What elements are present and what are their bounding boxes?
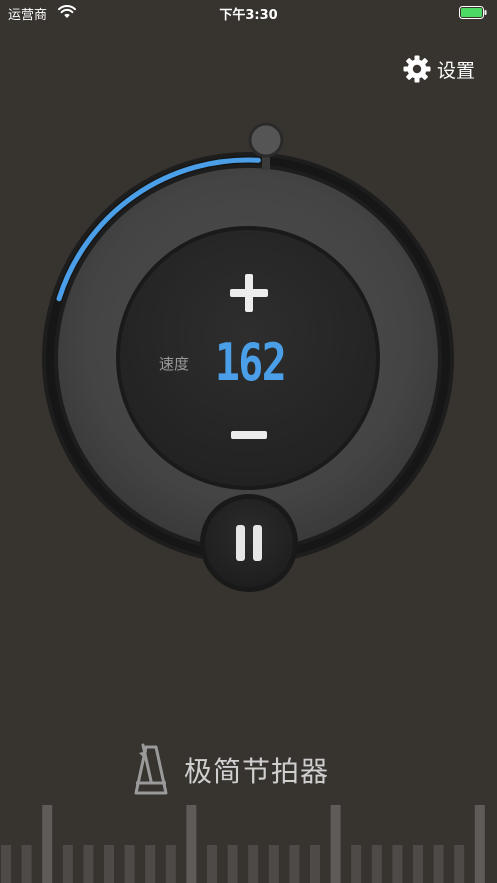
decorative-bar [330, 805, 341, 883]
decorative-bar [104, 845, 114, 883]
decorative-bar [42, 805, 53, 883]
decorative-bar [145, 845, 156, 883]
decorative-bar [165, 845, 176, 883]
decorative-bar [371, 845, 382, 883]
decorative-bar [248, 845, 259, 883]
plus-icon [230, 274, 268, 312]
decorative-bar [392, 845, 403, 883]
pause-button[interactable] [200, 494, 298, 592]
decorative-bar [413, 845, 423, 883]
decorative-bar [21, 845, 32, 883]
decorative-bar [124, 845, 135, 883]
decorative-bar [83, 845, 94, 883]
speed-label: 速度 [158, 355, 189, 373]
decorative-bar [454, 845, 465, 883]
minus-icon [231, 431, 267, 439]
decorative-bar [289, 845, 300, 883]
decorative-bar [433, 845, 444, 883]
decorative-bar [207, 845, 217, 883]
decorative-bar [310, 845, 320, 883]
decorative-bars [1, 805, 485, 883]
decorative-bar [186, 805, 197, 883]
app-brand: 极简节拍器 [130, 740, 329, 800]
decorative-bar [227, 845, 238, 883]
app-name: 极简节拍器 [184, 755, 330, 788]
increase-tempo-button[interactable] [220, 268, 278, 318]
tempo-value: 162 [214, 333, 287, 393]
decorative-bar [62, 845, 73, 883]
tempo-knob[interactable] [248, 122, 284, 158]
decrease-tempo-button[interactable] [220, 410, 278, 460]
metronome-icon [134, 743, 168, 795]
decorative-bar [351, 845, 362, 883]
decorative-bar [268, 845, 279, 883]
decorative-bar [1, 845, 11, 883]
decorative-bar [474, 805, 485, 883]
pause-icon [236, 525, 262, 561]
